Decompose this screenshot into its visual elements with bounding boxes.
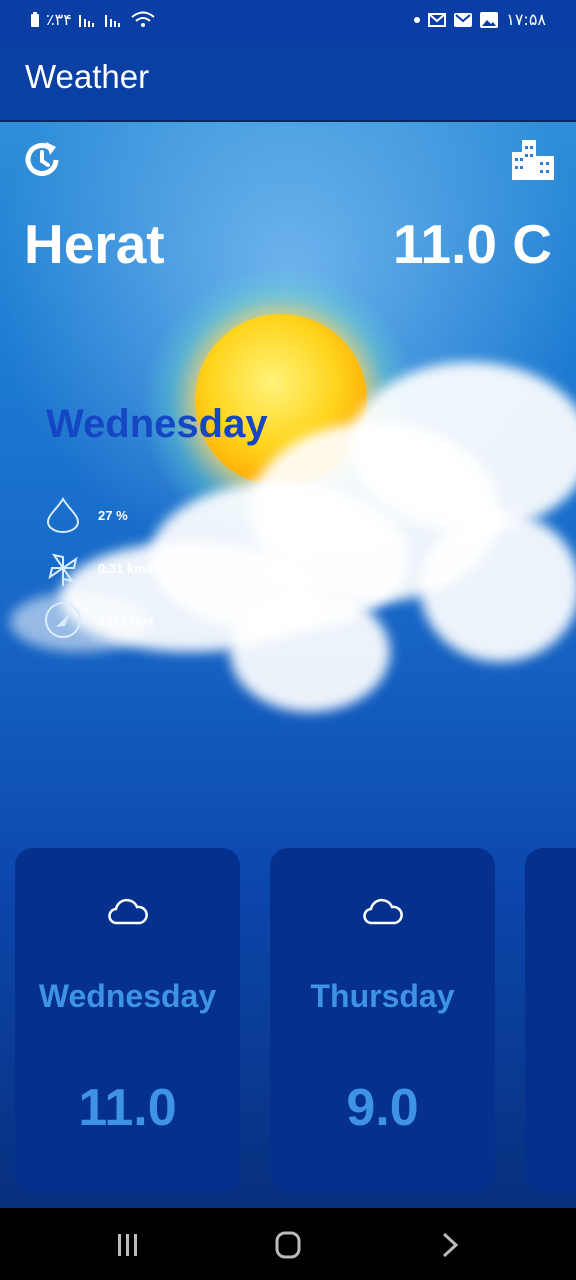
mail-icon xyxy=(428,12,447,27)
battery-percent: ٪۳۴ xyxy=(46,10,72,29)
signal-icon-2 xyxy=(104,14,120,27)
app-bar: Weather xyxy=(0,42,576,122)
system-nav-bar xyxy=(0,1208,576,1280)
cloud-icon xyxy=(362,898,403,925)
status-left: ٪۳۴ xyxy=(30,10,156,29)
cloud-puff xyxy=(230,592,390,712)
home-icon[interactable] xyxy=(272,1230,304,1260)
city-buildings-icon[interactable] xyxy=(512,138,554,182)
forecast-day: Wednesday xyxy=(38,978,217,1014)
gauge-icon xyxy=(45,602,81,638)
humidity-value: 27 % xyxy=(98,507,128,523)
battery-icon xyxy=(31,11,39,27)
status-time: ۱۷:۵۸ xyxy=(506,10,546,29)
app-title: Weather xyxy=(25,58,150,95)
forecast-card-partial[interactable] xyxy=(525,848,576,1192)
gmail-icon xyxy=(454,12,473,27)
pressure-row: 1021 hpa xyxy=(44,601,154,639)
image-icon xyxy=(480,11,499,28)
status-right: ۱۷:۵۸ xyxy=(414,10,546,29)
pinwheel-icon xyxy=(48,553,78,586)
current-day: Wednesday xyxy=(46,402,268,446)
wind-row: 0.31 km/hr xyxy=(44,549,162,587)
cloud-puff xyxy=(420,512,576,662)
status-bar: ٪۳۴ ۱۷:۵۸ xyxy=(0,0,576,42)
wifi-icon xyxy=(131,11,155,27)
signal-icon xyxy=(78,14,94,27)
humidity-row: 27 % xyxy=(44,496,128,534)
current-temperature: 11.0 C xyxy=(392,213,552,275)
water-drop-icon xyxy=(46,497,80,533)
wind-value: 0.31 km/hr xyxy=(98,560,163,576)
city-name: Herat xyxy=(24,213,165,275)
cloud-icon xyxy=(107,898,148,925)
pressure-value: 1021 hpa xyxy=(98,612,154,628)
forecast-temp: 9.0 xyxy=(346,1079,419,1137)
forecast-temp: 11.0 xyxy=(78,1079,177,1137)
recent-apps-icon[interactable] xyxy=(112,1230,144,1260)
forecast-card[interactable]: Wednesday 11.0 xyxy=(15,848,240,1192)
forecast-day: Thursday xyxy=(310,978,455,1014)
refresh-history-icon[interactable] xyxy=(20,138,64,182)
notification-dot-icon xyxy=(414,16,421,23)
back-icon[interactable] xyxy=(434,1230,466,1260)
weather-hero: Herat 11.0 C Wednesday 27 % 0.31 km/hr 1… xyxy=(0,122,576,1208)
forecast-card[interactable]: Thursday 9.0 xyxy=(270,848,495,1192)
